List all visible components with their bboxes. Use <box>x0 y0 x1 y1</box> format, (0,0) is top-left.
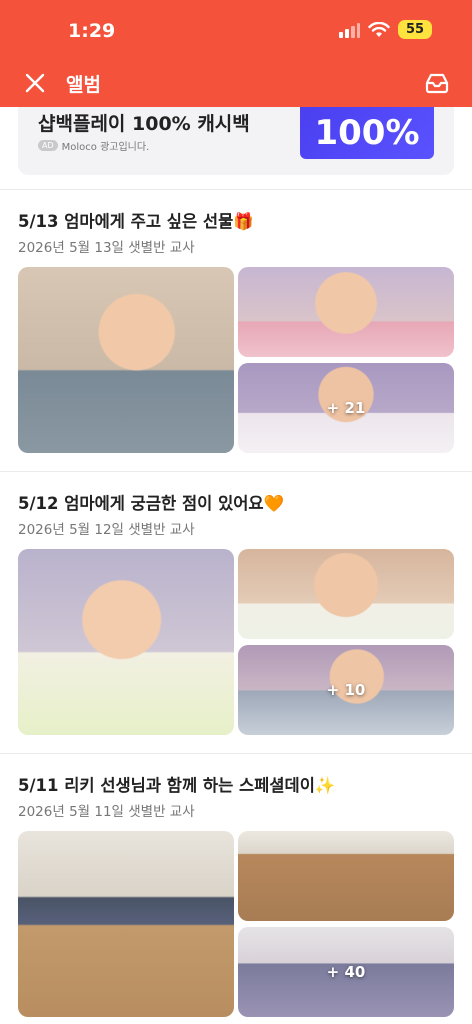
status-time: 1:29 <box>68 20 116 42</box>
page-title: 앨범 <box>66 74 101 96</box>
album-photo-more[interactable]: + 10 <box>238 645 454 735</box>
close-icon[interactable] <box>20 68 50 98</box>
album-photo[interactable] <box>238 549 454 639</box>
divider <box>0 189 472 190</box>
ad-sponsor-text: Moloco 광고입니다. <box>61 142 150 153</box>
divider <box>0 753 472 754</box>
status-bar: 1:29 55 <box>0 0 472 60</box>
post-title[interactable]: 5/13 엄마에게 주고 싶은 선물🎁 <box>18 208 254 232</box>
ad-subtitle: AD Moloco 광고입니다. <box>38 138 149 153</box>
inbox-icon[interactable] <box>422 68 452 98</box>
ad-banner[interactable]: 샵백플레이 100% 캐시백 AD Moloco 광고입니다. 100% <box>18 107 454 175</box>
wifi-icon <box>368 21 390 37</box>
post-title[interactable]: 5/11 리키 선생님과 함께 하는 스페셜데이✨ <box>18 772 335 796</box>
album-photo[interactable] <box>18 267 234 453</box>
album-photo[interactable] <box>18 549 234 735</box>
album-photo[interactable] <box>18 831 234 1017</box>
ad-image[interactable]: 100% <box>300 107 434 159</box>
album-photo[interactable] <box>238 831 454 921</box>
nav-bar: 앨범 <box>0 60 472 107</box>
more-count: + 21 <box>326 399 366 417</box>
album-photo-more[interactable]: + 40 <box>238 927 454 1017</box>
app-header: 1:29 55 앨범 <box>0 0 472 107</box>
more-count: + 10 <box>326 681 366 699</box>
more-count: + 40 <box>326 963 366 981</box>
ad-title: 샵백플레이 100% 캐시백 <box>38 113 250 135</box>
post-meta: 2026년 5월 13일 샛별반 교사 <box>18 240 195 256</box>
album-photo-more[interactable]: + 21 <box>238 363 454 453</box>
status-icons: 55 <box>338 20 432 39</box>
divider <box>0 471 472 472</box>
post-meta: 2026년 5월 12일 샛별반 교사 <box>18 522 195 538</box>
cellular-icon <box>339 22 360 38</box>
post-title[interactable]: 5/12 엄마에게 궁금한 점이 있어요🧡 <box>18 490 284 514</box>
post-meta: 2026년 5월 11일 샛별반 교사 <box>18 804 195 820</box>
album-photo[interactable] <box>238 267 454 357</box>
ad-chip: AD <box>38 140 58 151</box>
battery-indicator: 55 <box>398 20 432 39</box>
